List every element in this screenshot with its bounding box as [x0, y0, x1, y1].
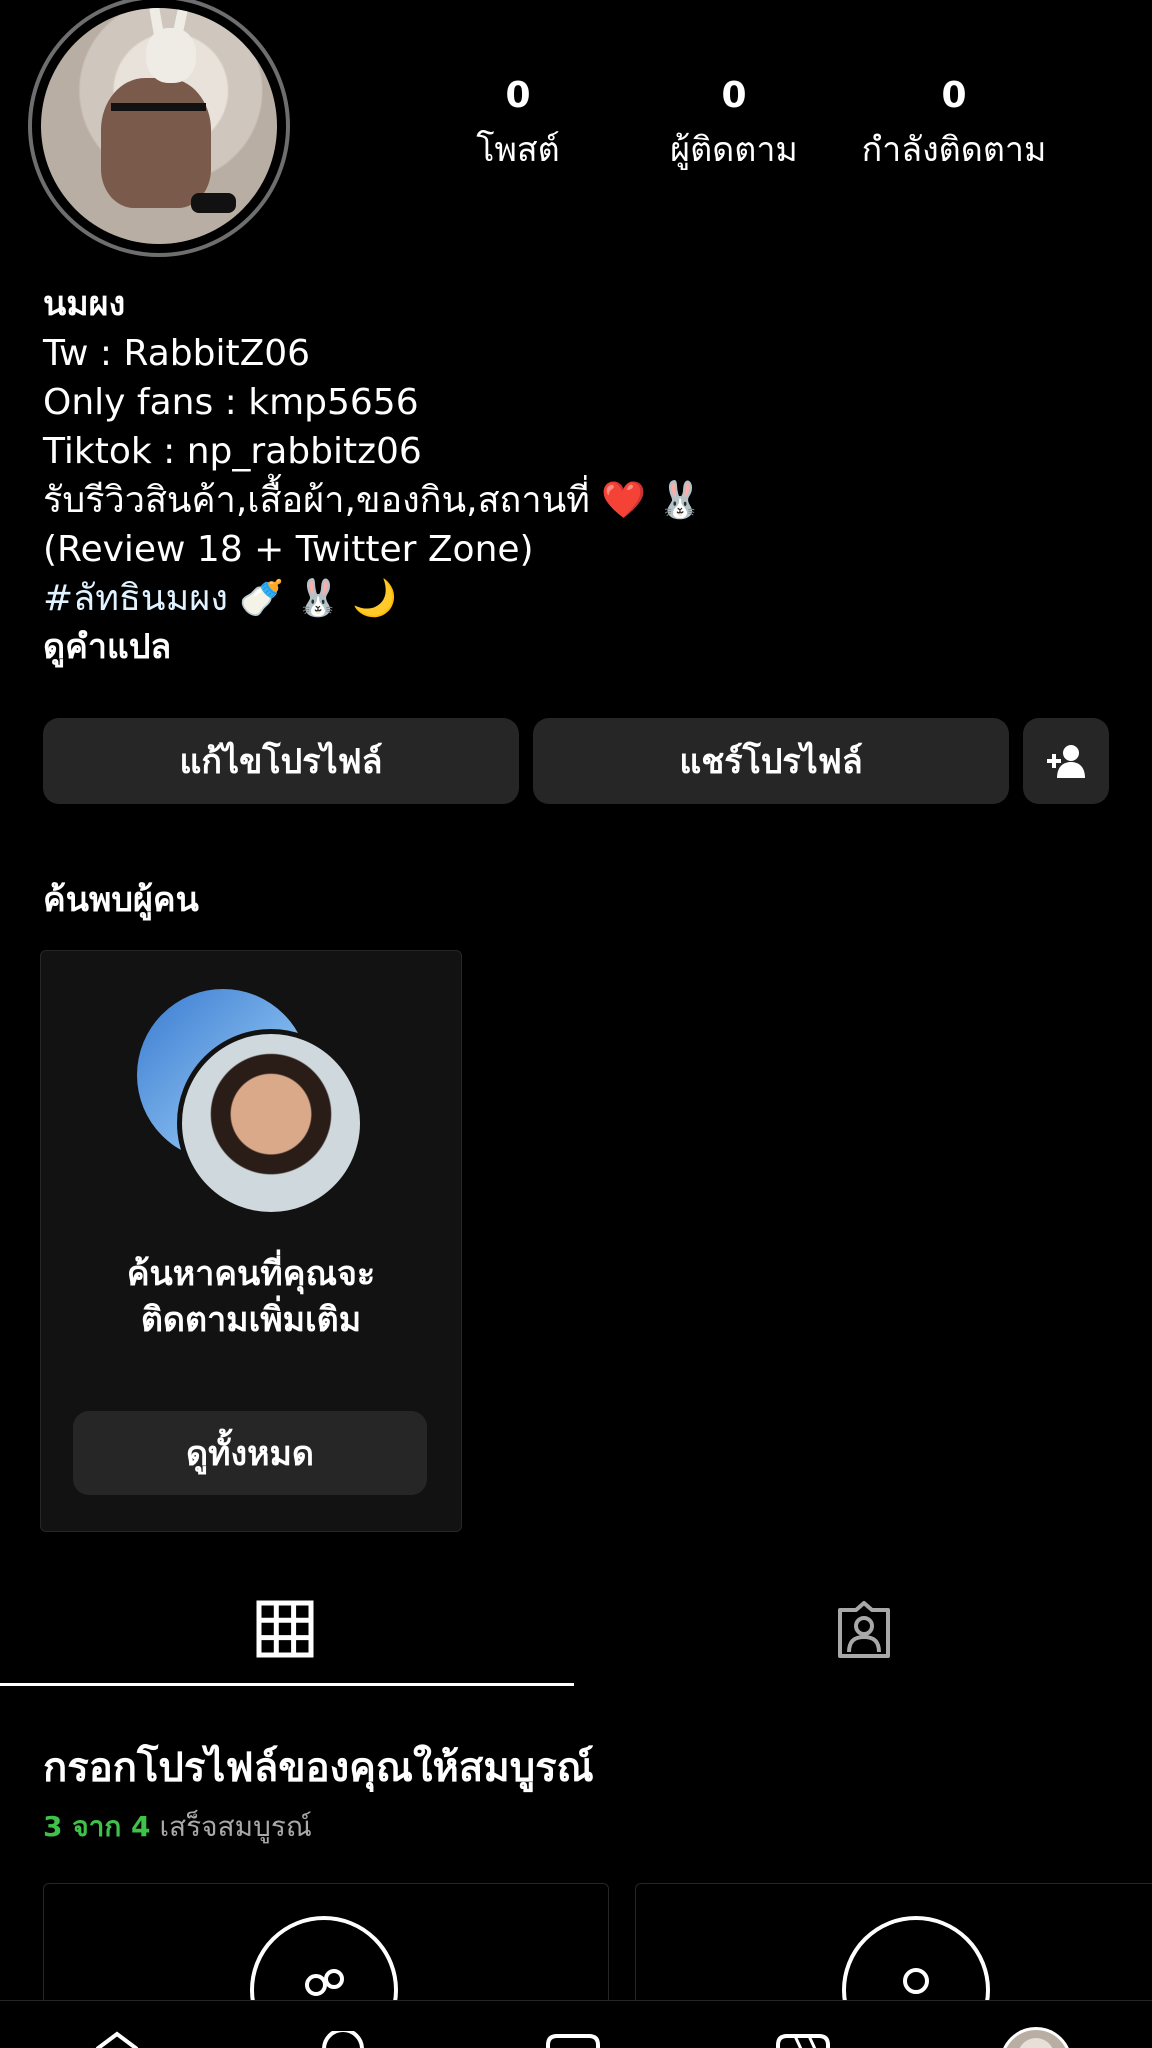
profile-name: นมผง [43, 284, 126, 324]
following-count: 0 [941, 75, 967, 116]
search-icon[interactable] [318, 2031, 368, 2048]
reels-icon[interactable] [775, 2033, 831, 2048]
active-tab-indicator [0, 1683, 574, 1686]
suggested-avatar-front [177, 1029, 365, 1217]
stat-followers[interactable]: 0 ผู้ติดตาม [650, 78, 818, 176]
discover-people-title: ค้นพบผู้คน [43, 880, 199, 920]
bottom-navigation [0, 2000, 1152, 2048]
tab-grid[interactable] [256, 1600, 318, 1662]
progress-count: 3 จาก 4 [43, 1810, 151, 1843]
bio-line: รับรีวิวสินค้า,เสื้อผ้า,ของกิน,สถานที่ ❤… [43, 480, 703, 521]
progress-label: เสร็จสมบูรณ์ [159, 1810, 312, 1843]
tab-tagged[interactable] [834, 1600, 896, 1662]
add-person-button[interactable] [1023, 718, 1109, 804]
create-icon[interactable] [545, 2033, 601, 2048]
bio-hashtag-link[interactable]: #ลัทธินมผง [43, 578, 228, 619]
home-icon[interactable] [92, 2031, 142, 2048]
bio-line: (Review 18 + Twitter Zone) [43, 529, 534, 570]
profile-avatar[interactable] [28, 0, 290, 257]
discover-people-card: ค้นหาคนที่คุณจะ ติดตามเพิ่มเติม ดูทั้งหม… [40, 950, 462, 1532]
tagged-icon [838, 1601, 890, 1658]
edit-profile-button[interactable]: แก้ไขโปรไฟล์ [43, 718, 519, 804]
bio-hashtag-line: #ลัทธินมผง 🍼 🐰 🌙 [43, 574, 702, 623]
complete-profile-title: กรอกโปรไฟล์ของคุณให้สมบูรณ์ [43, 1745, 594, 1791]
completion-progress: 3 จาก 4 เสร็จสมบูรณ์ [43, 1805, 312, 1849]
add-person-icon [1047, 745, 1085, 778]
see-all-button[interactable]: ดูทั้งหมด [73, 1411, 427, 1495]
bio: นมผง Tw : RabbitZ06 Only fans : kmp5656 … [43, 280, 702, 672]
bio-line: Only fans : kmp5656 [43, 382, 419, 423]
profile-tab-avatar[interactable] [1000, 2027, 1072, 2048]
avatar-image [41, 8, 277, 244]
see-translation-link[interactable]: ดูคำแปล [43, 623, 702, 672]
following-label: กำลังติดตาม [861, 130, 1047, 170]
discover-caption: ค้นหาคนที่คุณจะ ติดตามเพิ่มเติม [126, 1254, 376, 1340]
followers-label: ผู้ติดตาม [670, 130, 798, 170]
bio-line: Tw : RabbitZ06 [43, 333, 311, 374]
bio-hashtag-emoji: 🍼 🐰 🌙 [239, 578, 397, 619]
posts-label: โพสต์ [476, 130, 560, 170]
bio-line: Tiktok : np_rabbitz06 [43, 431, 422, 472]
share-profile-button[interactable]: แชร์โปรไฟล์ [533, 718, 1009, 804]
stat-following[interactable]: 0 กำลังติดตาม [848, 78, 1060, 176]
stat-posts[interactable]: 0 โพสต์ [448, 78, 588, 176]
followers-count: 0 [721, 75, 747, 116]
grid-icon [256, 1600, 314, 1658]
posts-count: 0 [505, 75, 531, 116]
